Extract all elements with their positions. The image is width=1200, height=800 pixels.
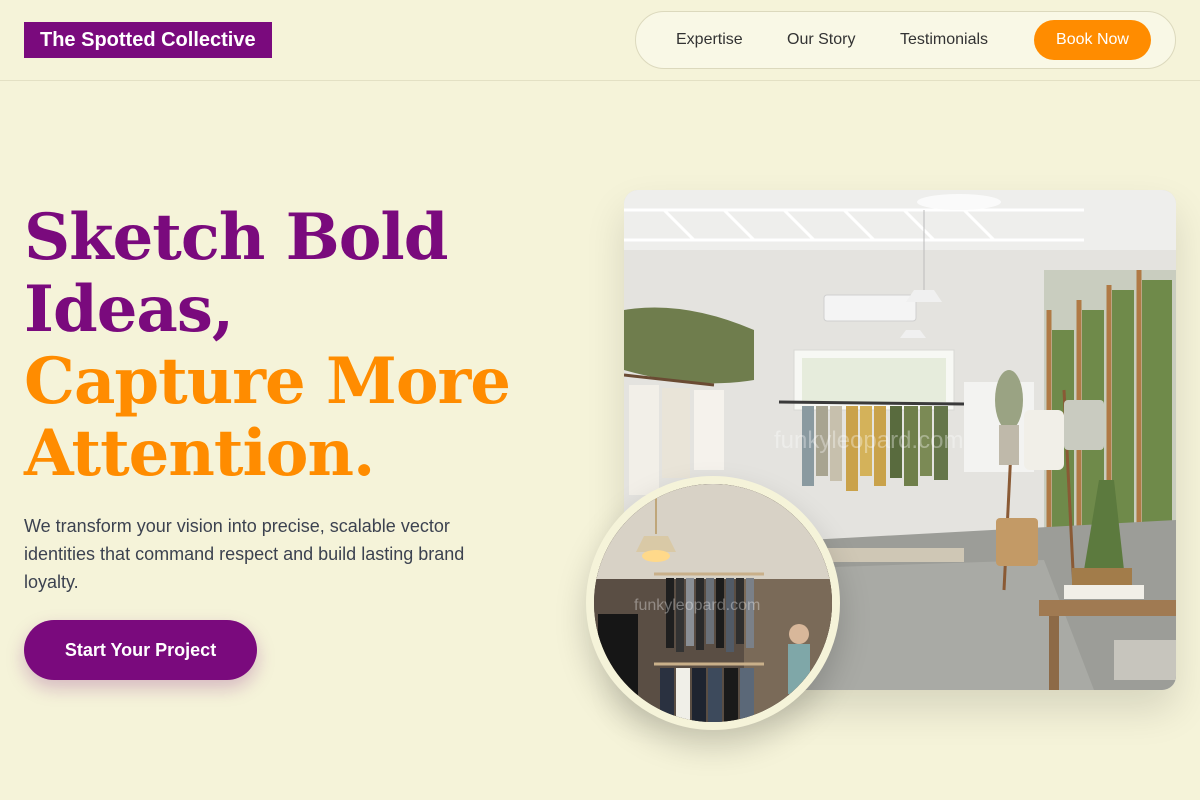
book-now-button[interactable]: Book Now [1034,20,1151,60]
nav-link-our-story[interactable]: Our Story [787,12,855,68]
nav-link-expertise[interactable]: Expertise [676,12,743,68]
watermark-main: funkyleopard.com [774,427,963,454]
headline-purple-text: Sketch Bold Ideas, [24,200,448,347]
hero-description: We transform your vision into precise, s… [24,516,465,592]
site-header: The Spotted Collective Expertise Our Sto… [0,0,1200,81]
start-project-button[interactable]: Start Your Project [24,620,257,680]
hero-inset-image: funkyleopard.com [586,476,840,730]
headline-orange-text: Capture More Attention. [24,344,511,491]
watermark-inset: funkyleopard.com [634,597,760,614]
hero-headline: Sketch Bold Ideas, Capture More Attentio… [24,202,584,490]
nav-link-testimonials[interactable]: Testimonials [900,12,988,68]
main-nav: Expertise Our Story Testimonials Book No… [635,11,1176,69]
brand-logo[interactable]: The Spotted Collective [24,22,272,58]
